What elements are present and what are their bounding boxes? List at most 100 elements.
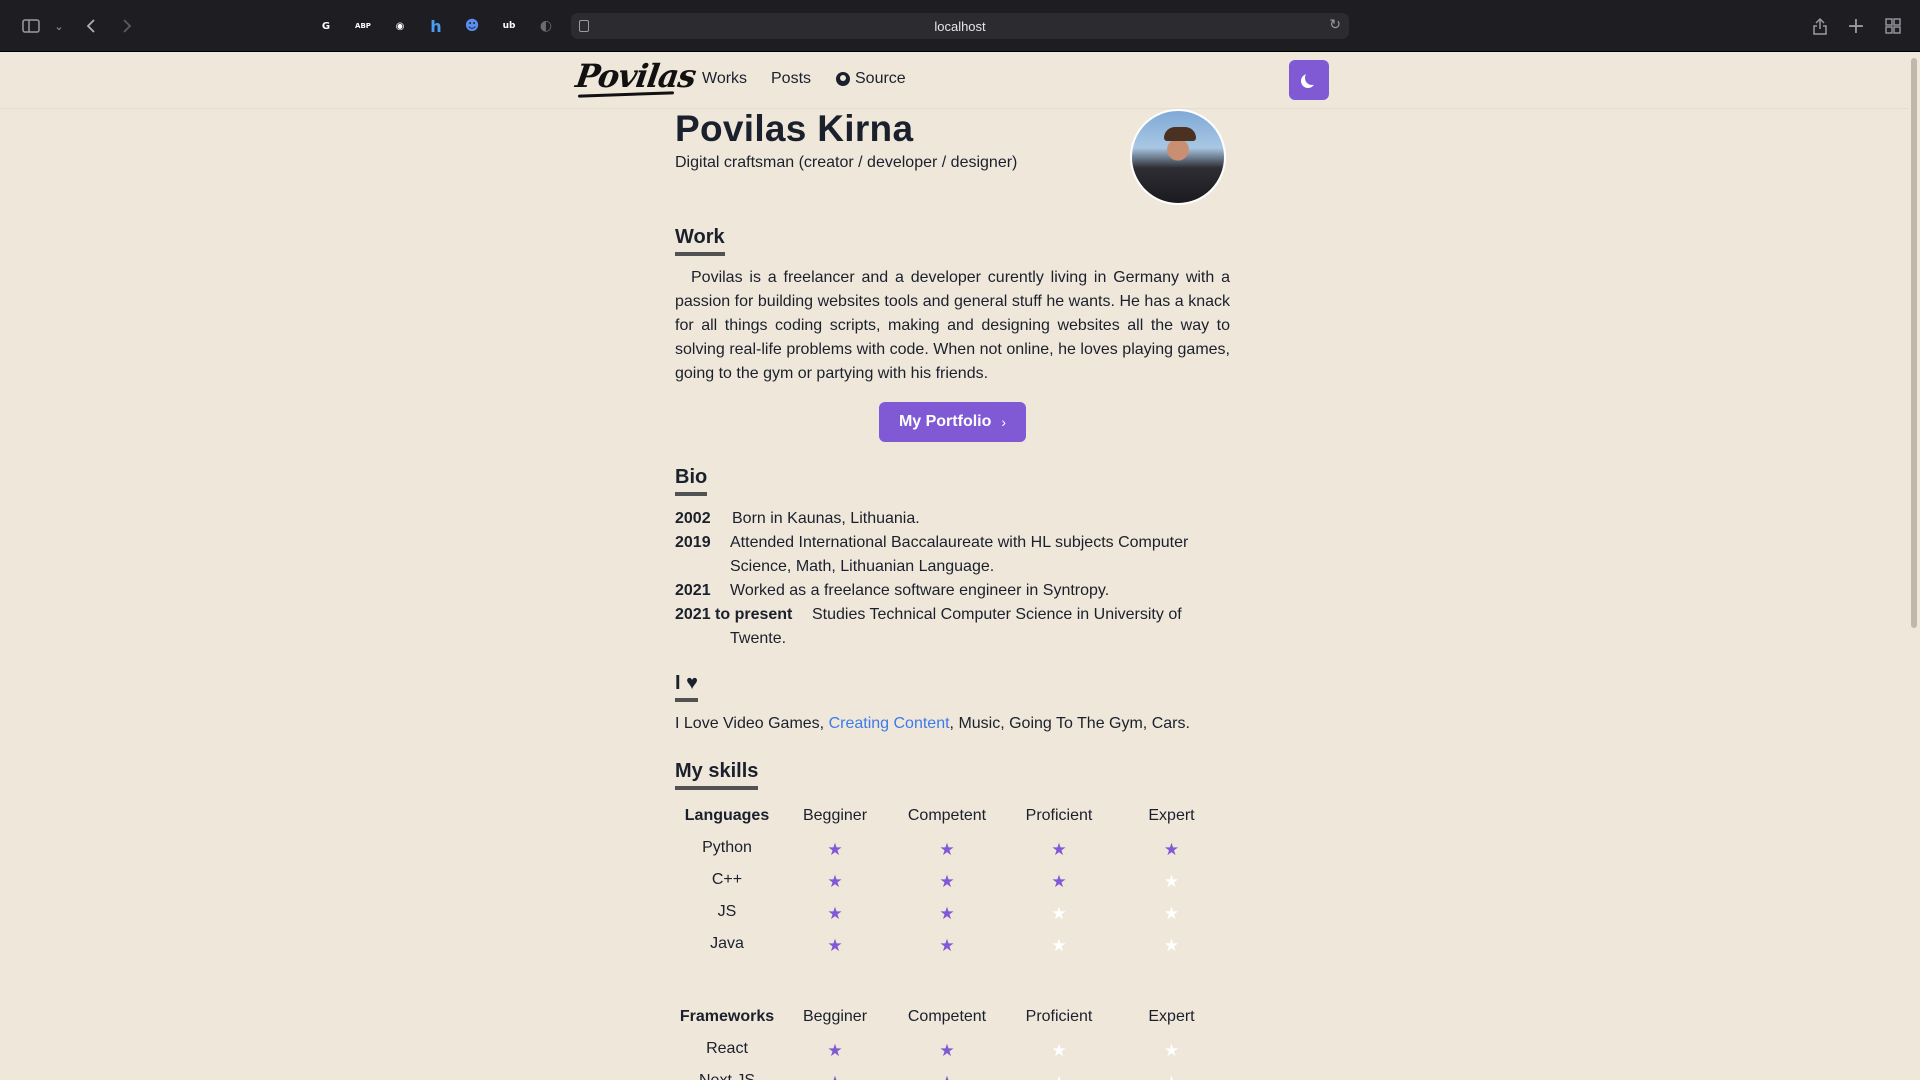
share-icon[interactable] [1807, 13, 1833, 39]
skill-name: Java [710, 935, 744, 952]
scrollbar-thumb[interactable] [1911, 58, 1917, 628]
skill-level-cell: ★ [1115, 928, 1228, 960]
chevron-right-icon: › [1001, 414, 1007, 430]
reload-icon[interactable]: ↻ [1329, 16, 1341, 33]
sidebar-toggle-icon[interactable] [18, 13, 44, 39]
nav-link-source[interactable]: Source [836, 70, 906, 88]
skill-level-cell: ★ [1003, 928, 1115, 960]
site-navbar: Povilas Works Posts Source [0, 53, 1908, 108]
skill-row: Java ★ ★ ★ ★ [675, 928, 1228, 960]
skill-row: Next.JS ★ ★ ★ ★ [675, 1065, 1228, 1080]
shield-globe-icon[interactable]: ◉ [389, 15, 411, 37]
star-filled-icon: ★ [939, 840, 955, 859]
star-empty-icon: ★ [1164, 1073, 1179, 1080]
skill-level-cell: ★ [779, 1065, 891, 1080]
nav-link-works[interactable]: Works [702, 70, 747, 88]
skill-name: React [706, 1040, 748, 1057]
grammarly-glyph: G [321, 20, 331, 32]
star-filled-icon: ★ [939, 872, 955, 891]
love-text: I Love Video Games, Creating Content, Mu… [675, 715, 1190, 733]
star-filled-icon: ★ [827, 1041, 843, 1060]
logo[interactable]: Povilas [573, 57, 698, 95]
avatar [1130, 109, 1226, 205]
skill-level-cell: ★ [891, 1033, 1003, 1065]
bio-text: Worked as a freelance software engineer … [730, 582, 1110, 599]
section-title-bio: Bio [675, 466, 708, 496]
star-filled-icon: ★ [939, 904, 955, 923]
skill-level-cell: ★ [1003, 864, 1115, 896]
skill-row: JS ★ ★ ★ ★ [675, 896, 1228, 928]
skill-row: React ★ ★ ★ ★ [675, 1033, 1228, 1065]
skill-level-cell: ★ [779, 896, 891, 928]
bio-year: 2002 [675, 510, 711, 527]
skill-level-cell: ★ [891, 1065, 1003, 1080]
portfolio-button[interactable]: My Portfolio › [879, 402, 1026, 442]
skills-group-heading: Languages [684, 807, 770, 824]
grammarly-icon[interactable]: G [315, 15, 337, 37]
shield-globe-glyph: ◉ [395, 20, 405, 32]
star-empty-icon: ★ [1051, 1073, 1066, 1080]
skill-level-cell: ★ [1115, 832, 1228, 864]
skill-level-cell: ★ [891, 832, 1003, 864]
github-icon [836, 72, 850, 86]
skill-level-cell: ★ [779, 1033, 891, 1065]
honey-h-icon[interactable]: h [425, 15, 447, 37]
star-filled-icon: ★ [939, 936, 955, 955]
ghost-glyph: ☻ [464, 18, 480, 34]
skill-level-cell: ★ [1003, 1033, 1115, 1065]
nav-link-posts[interactable]: Posts [771, 70, 811, 88]
creating-content-link[interactable]: Creating Content [829, 715, 950, 732]
skill-level-cell: ★ [1115, 896, 1228, 928]
theme-toggle-button[interactable] [1289, 60, 1329, 100]
ublock-icon[interactable]: ub [498, 15, 520, 37]
privacy-shield-glyph: ◐ [539, 18, 553, 34]
bio-year: 2019 [675, 534, 711, 551]
skill-level-header: Expert [1148, 807, 1195, 824]
address-bar[interactable]: localhost ↻ [571, 13, 1349, 39]
bio-entry: 2021 Worked as a freelance software engi… [675, 579, 1109, 603]
scrollbar[interactable] [1908, 53, 1920, 1080]
star-empty-icon: ★ [1051, 936, 1067, 955]
skills-table-languages: Languages Begginer Competent Proficient Expe… [675, 800, 1228, 960]
skill-level-header: Proficient [1025, 1008, 1093, 1025]
bio-year: 2021 [675, 582, 711, 599]
bio-text: Attended International Baccalaureate wit… [730, 534, 1189, 575]
skill-level-header: Proficient [1025, 807, 1093, 824]
star-empty-icon: ★ [1163, 1041, 1180, 1060]
star-empty-icon: ★ [1051, 904, 1067, 923]
star-filled-icon: ★ [827, 840, 843, 859]
skill-level-cell: ★ [779, 832, 891, 864]
skill-level-header: Begginer [802, 807, 868, 824]
star-filled-icon: ★ [939, 1041, 955, 1060]
ghost-icon[interactable]: ☻ [461, 15, 483, 37]
love-text-before: I Love Video Games, [675, 715, 829, 732]
skills-header-row: Languages Begginer Competent Proficient Expe… [675, 800, 1228, 832]
adblock-icon[interactable]: ABP [352, 15, 374, 37]
skill-name: Next.JS [675, 1065, 779, 1080]
section-title-love: I ♥ [675, 672, 698, 702]
skill-level-cell: ★ [1115, 1065, 1228, 1080]
page-icon [579, 20, 589, 32]
love-text-after: , Music, Going To The Gym, Cars. [949, 715, 1190, 732]
work-paragraph: Povilas is a freelancer and a developer … [675, 269, 1230, 382]
url-text: localhost [934, 18, 986, 34]
skill-level-cell: ★ [779, 928, 891, 960]
tab-overview-icon[interactable] [1880, 13, 1906, 39]
skill-level-cell: ★ [891, 928, 1003, 960]
tab-group-chevron-down-icon[interactable]: ⌄ [46, 13, 72, 39]
star-filled-icon: ★ [1163, 840, 1180, 859]
new-tab-icon[interactable]: + [1843, 13, 1869, 39]
star-empty-icon: ★ [1163, 872, 1180, 891]
bio-entry: 2019 Attended International Baccalaureat… [675, 531, 1188, 575]
portfolio-button-label: My Portfolio [898, 413, 992, 430]
star-empty-icon: ★ [1051, 1041, 1067, 1060]
star-filled-icon: ★ [827, 936, 843, 955]
forward-icon[interactable] [114, 13, 140, 39]
skill-row: C++ ★ ★ ★ ★ [675, 864, 1228, 896]
section-title-work: Work [675, 226, 725, 256]
bio-entry: 2002 Born in Kaunas, Lithuania. [675, 507, 920, 531]
skills-group-heading: Frameworks [679, 1008, 775, 1025]
back-icon[interactable] [78, 13, 104, 39]
skill-name: C++ [711, 871, 743, 888]
privacy-shield-icon[interactable]: ◐ [535, 15, 557, 37]
